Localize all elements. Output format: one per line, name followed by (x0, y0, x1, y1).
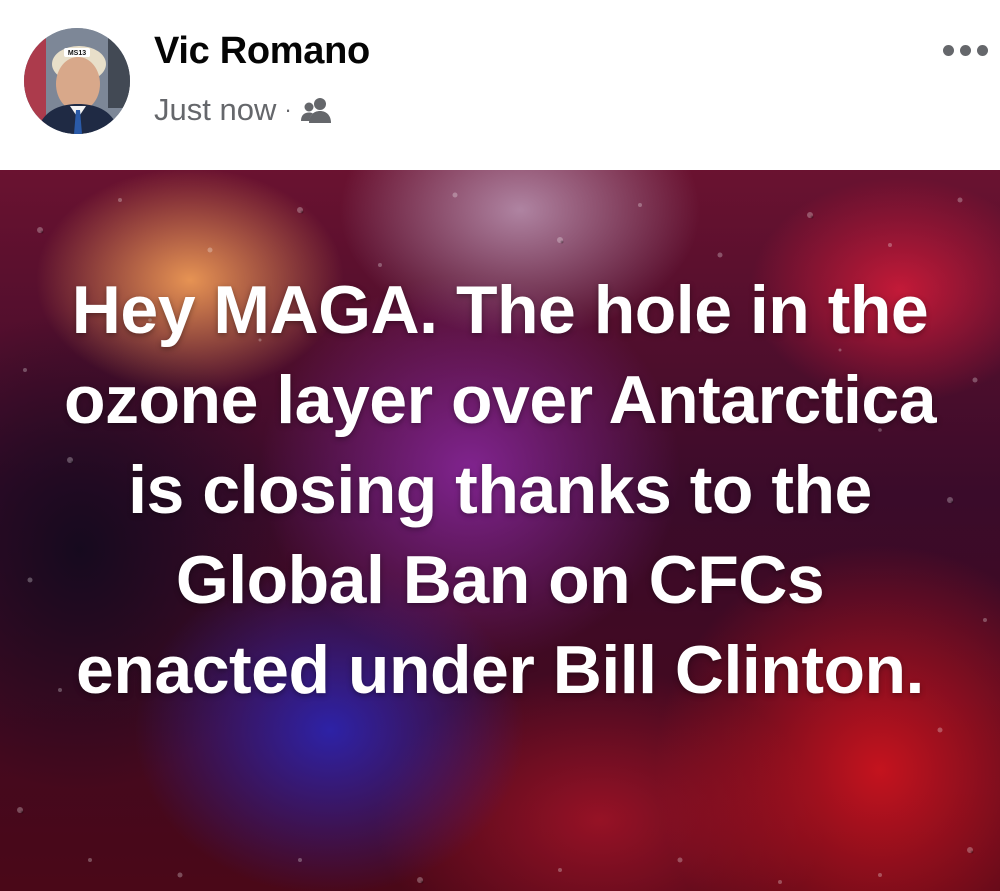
post-image-text: Hey MAGA. The hole in the ozone layer ov… (63, 272, 937, 708)
avatar-image: MS13 (24, 28, 130, 134)
post-header: MS13 Vic Romano Just now · (0, 0, 1000, 170)
more-dot (976, 44, 988, 56)
author-name[interactable]: Vic Romano (154, 30, 370, 73)
meta-separator: · (284, 97, 292, 122)
friends-icon[interactable] (300, 96, 334, 124)
post-image[interactable]: Hey MAGA. The hole in the ozone layer ov… (0, 170, 1000, 891)
post-meta: Just now · (154, 90, 334, 130)
author-avatar[interactable]: MS13 (24, 28, 130, 134)
more-dot (942, 44, 954, 56)
more-dot (959, 44, 971, 56)
svg-text:MS13: MS13 (68, 50, 86, 57)
more-options-icon[interactable] (930, 30, 1000, 70)
post-timestamp[interactable]: Just now (154, 92, 276, 128)
